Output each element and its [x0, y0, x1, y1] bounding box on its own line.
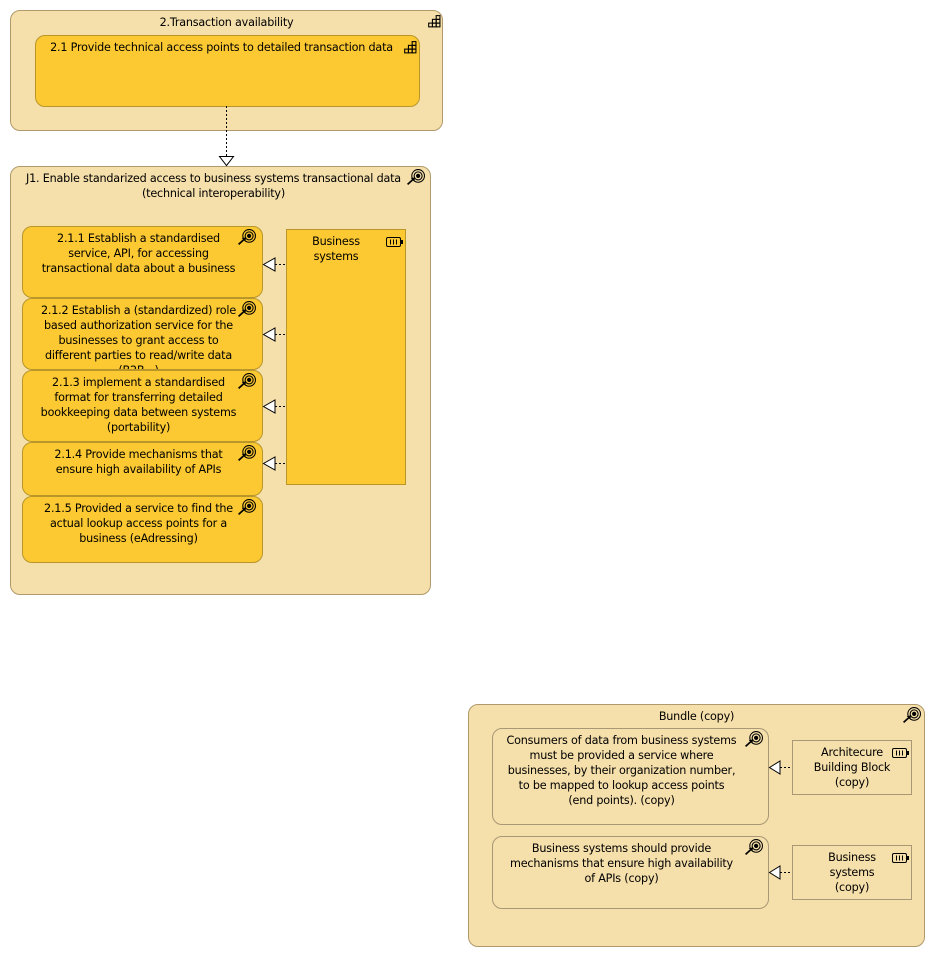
goal-text: 2.1.3 implement a standardised format fo… [29, 375, 248, 435]
goal-text: 2.1.5 Provided a service to find the act… [29, 501, 248, 546]
goal-text-line: 2.1.4 Provide mechanisms that [54, 448, 223, 461]
goal-text: 2.1.1 Establish a standardised service, … [29, 231, 248, 276]
goal-2-1-1[interactable]: 2.1.1 Establish a standardised service, … [22, 226, 263, 298]
goal-text-line: Business systems should provide [531, 842, 712, 855]
goal-text-line: Consumers of data from business systems [506, 734, 737, 747]
group-title: 2.Transaction availability [159, 16, 294, 29]
goal-2-1-3[interactable]: 2.1.3 implement a standardised format fo… [22, 370, 263, 442]
capability-icon [426, 15, 441, 28]
goal-high-availability-copy[interactable]: Business systems should provide mechanis… [492, 836, 769, 909]
goal-text-line: service, API, for accessing [68, 247, 209, 260]
goal-text-line: to be mapped to lookup access points [518, 779, 725, 792]
goal-consumers-copy[interactable]: Consumers of data from business systems … [492, 728, 769, 825]
goal-icon [237, 229, 256, 246]
component-label-line: Business [312, 235, 360, 248]
capability-icon [402, 41, 417, 54]
goal-text-line: of APIs (copy) [584, 872, 659, 885]
goal-text-line: (B2B...) [29, 363, 248, 369]
goal-icon [406, 169, 425, 186]
goal-text-line: 2.1.1 Establish a standardised [57, 232, 220, 245]
goal-text-line: 2.1.5 Provided a service to find the [44, 502, 233, 515]
goal-icon [237, 373, 256, 390]
capability-2-1[interactable]: 2.1 Provide technical access points to d… [35, 35, 420, 107]
goal-text: 2.1.4 Provide mechanisms that ensure hig… [29, 447, 248, 477]
goal-2-1-4[interactable]: 2.1.4 Provide mechanisms that ensure hig… [22, 442, 263, 496]
goal-text-line: transactional data about a business [41, 262, 236, 275]
goal-2-1-2[interactable]: 2.1.2 Establish a (standardized) role ba… [22, 298, 263, 370]
component-label-line: (copy) [834, 776, 870, 789]
component-label: Business systems [287, 234, 385, 264]
goal-2-1-5[interactable]: 2.1.5 Provided a service to find the act… [22, 496, 263, 563]
goal-text-line: 2.1.3 implement a standardised [52, 376, 225, 389]
goal-text: 2.1.2 Establish a (standardized) role ba… [29, 303, 248, 369]
goal-icon [237, 301, 256, 318]
component-business-systems[interactable]: Business systems [286, 229, 406, 485]
goal-icon [237, 445, 256, 462]
goal-text: Consumers of data from business systems … [499, 733, 744, 808]
component-business-systems-copy[interactable]: Business systems (copy) [792, 845, 912, 900]
goal-icon [902, 707, 921, 724]
goal-text-line: (end points). (copy) [568, 794, 675, 807]
goal-icon [237, 499, 256, 516]
goal-text-line: actual lookup access points for a [49, 517, 228, 530]
goal-text-line: mechanisms that ensure high availability [510, 857, 733, 870]
goal-text-line: business (eAdressing) [79, 532, 198, 545]
goal-text-line: ensure high availability of APIs [55, 463, 222, 476]
goal-text-line: businesses, by their organization number… [507, 764, 736, 777]
goal-text-line: businesses to grant access to [58, 334, 219, 347]
goal-text-line: bookkeeping data between systems [40, 406, 237, 419]
goal-icon [744, 839, 763, 856]
group-title-line2: (technical interoperability) [141, 187, 286, 200]
component-architecture-building-block-copy[interactable]: Architecure Building Block (copy) [792, 740, 912, 795]
building-block-icon [892, 853, 910, 863]
component-label-line: systems [829, 866, 875, 879]
goal-text-line: format for transferring detailed [54, 391, 223, 404]
goal-text-line: 2.1.2 Establish a (standardized) role [40, 304, 237, 317]
goal-text-line: must be provided a service where [529, 749, 714, 762]
goal-text-line: different parties to read/write data [45, 349, 232, 362]
component-label-line: systems [313, 250, 359, 263]
goal-text-line: (portability) [106, 421, 171, 434]
group-title-line1: J1. Enable standarized access to busines… [26, 172, 401, 185]
goal-text-line: based authorization service for the [44, 319, 233, 332]
building-block-icon [892, 748, 910, 758]
goal-text: Business systems should provide mechanis… [499, 841, 744, 886]
building-block-icon [386, 237, 404, 247]
goal-icon [744, 731, 763, 748]
component-label-line: (copy) [834, 881, 870, 894]
group-title: Bundle (copy) [658, 710, 735, 723]
capability-title: 2.1 Provide technical access points to d… [50, 41, 393, 54]
arrowhead-icon [218, 156, 235, 167]
group-transaction-availability[interactable]: 2.Transaction availability 2.1 Provide t… [10, 10, 443, 131]
component-label-line: Building Block [813, 761, 891, 774]
